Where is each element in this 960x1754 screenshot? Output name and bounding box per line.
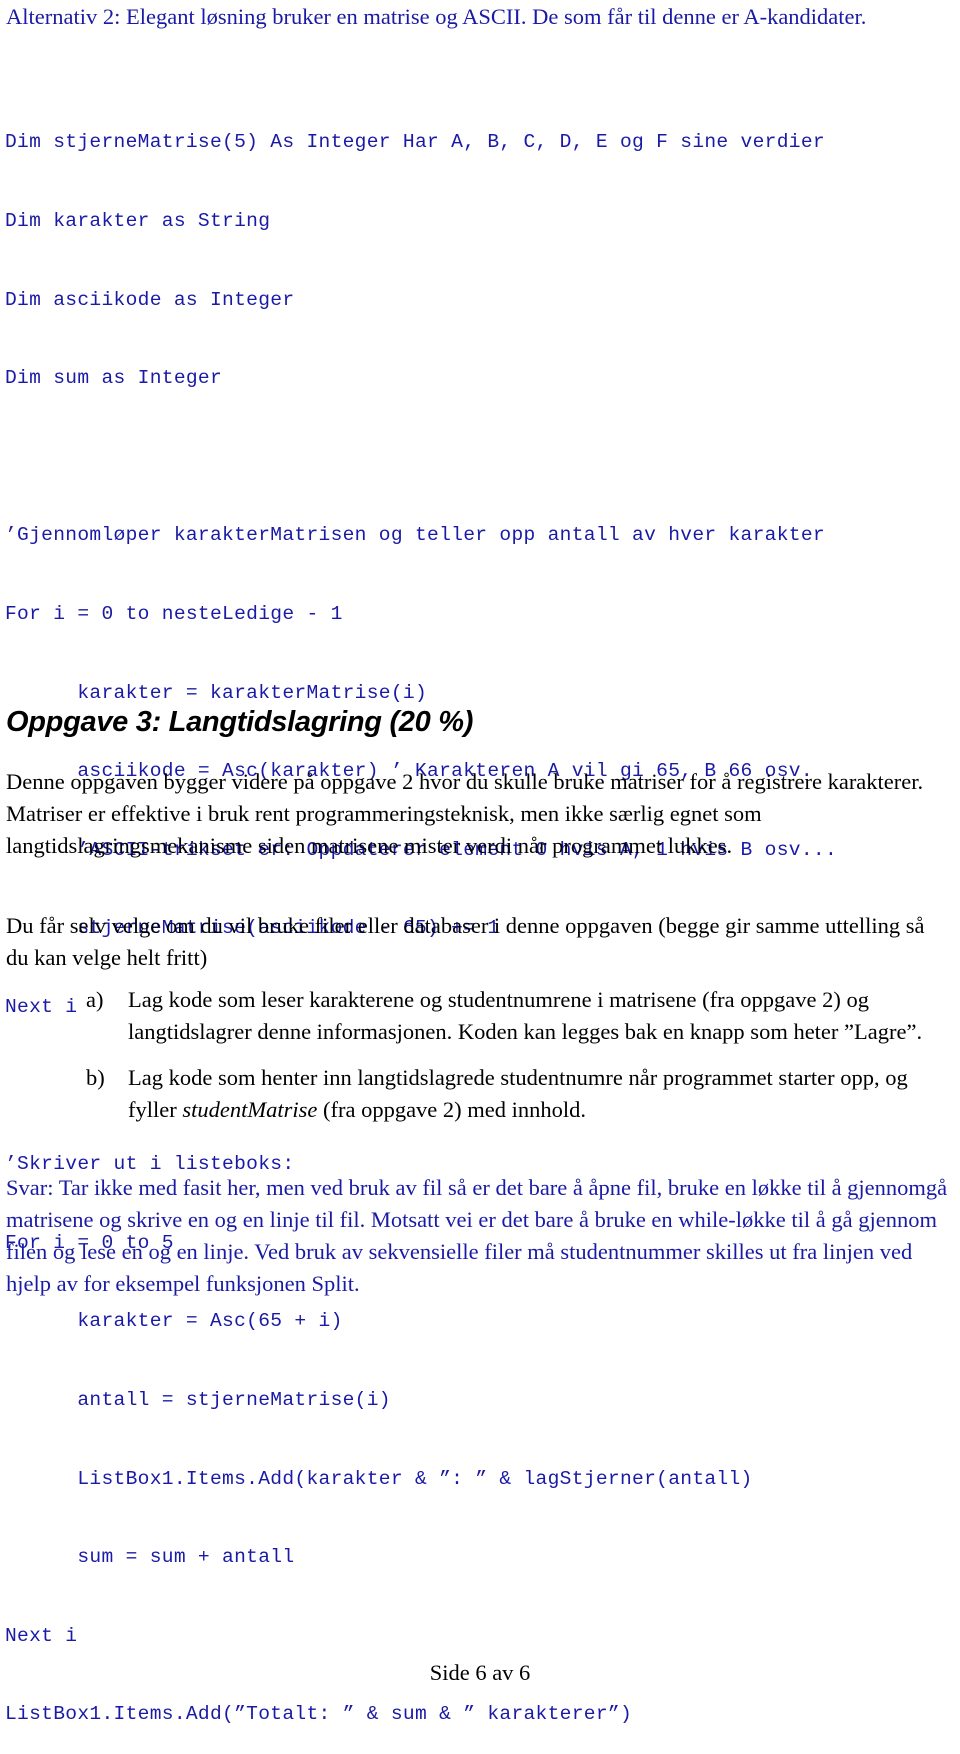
code-line: Dim stjerneMatrise(5) As Integer Har A, … bbox=[5, 131, 825, 154]
section-paragraph: Du får selv velge om du vil bruke filer … bbox=[6, 913, 925, 970]
task-text: (fra oppgave 2) med innhold. bbox=[317, 1097, 587, 1122]
task-text-italic: studentMatrise bbox=[182, 1097, 318, 1122]
code-line: antall = stjerneMatrise(i) bbox=[5, 1388, 391, 1411]
code-line: ListBox1.Items.Add(karakter & ”: ” & lag… bbox=[5, 1467, 753, 1490]
code-line: ’Gjennomløper karakterMatrisen og teller… bbox=[5, 524, 825, 547]
list-marker: b) bbox=[86, 1065, 105, 1090]
task-list: a) Lag kode som leser karakterene og stu… bbox=[86, 984, 956, 1140]
section-paragraph: Denne oppgaven bygger videre på oppgave … bbox=[6, 769, 924, 858]
task-item-b: b) Lag kode som henter inn langtidslagre… bbox=[86, 1062, 956, 1126]
answer-text: Svar: Tar ikke med fasit her, men ved br… bbox=[6, 1175, 948, 1296]
code-line: ListBox1.Items.Add(”Totalt: ” & sum & ” … bbox=[5, 1703, 633, 1726]
task-text: Lag kode som leser karakterene og studen… bbox=[128, 987, 923, 1044]
task-item-a: a) Lag kode som leser karakterene og stu… bbox=[86, 984, 956, 1048]
intro-text: Alternativ 2: Elegant løsning bruker en … bbox=[6, 4, 867, 29]
list-marker: a) bbox=[86, 987, 104, 1012]
code-line: Next i bbox=[5, 1624, 78, 1647]
code-line: Dim sum as Integer bbox=[5, 367, 223, 390]
code-line: karakter = Asc(65 + i) bbox=[5, 1310, 343, 1333]
code-line: Dim asciikode as Integer bbox=[5, 288, 295, 311]
code-line: sum = sum + antall bbox=[5, 1546, 295, 1569]
section-heading: Oppgave 3: Langtidslagring (20 %) bbox=[6, 706, 474, 738]
code-line: Dim karakter as String bbox=[5, 210, 271, 232]
code-line: karakter = karakterMatrise(i) bbox=[5, 681, 428, 704]
code-line: For i = 0 to nesteLedige - 1 bbox=[5, 602, 343, 625]
page-number: Side 6 av 6 bbox=[429, 1660, 531, 1685]
